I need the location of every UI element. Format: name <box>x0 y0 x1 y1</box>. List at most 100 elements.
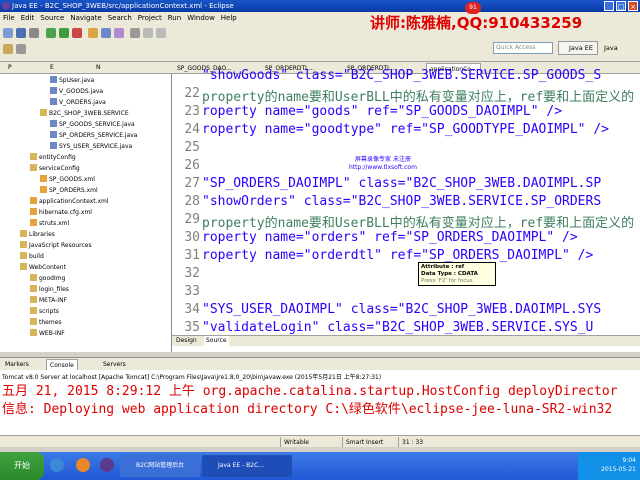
eclipse-taskbar-icon[interactable] <box>100 458 114 472</box>
tree-item[interactable]: JavaScript Resources <box>20 241 92 251</box>
tree-item-label: themes <box>39 319 62 326</box>
code-line[interactable]: property的name要和UserBLL中的私有变量对应上，ref要和上面定… <box>202 212 634 231</box>
code-line[interactable]: "validateLogin" class="B2C_SHOP_3WEB.SER… <box>202 320 593 335</box>
clock-time: 9:04 <box>622 457 636 464</box>
folder-icon <box>30 329 37 336</box>
folder-icon <box>20 230 27 237</box>
print-icon[interactable] <box>29 28 39 38</box>
menu-navigate[interactable]: Navigate <box>67 12 104 24</box>
maximize-button[interactable]: □ <box>616 1 626 11</box>
menu-project[interactable]: Project <box>135 12 165 24</box>
tree-item[interactable]: V_ORDERS.java <box>50 98 106 108</box>
tree-item[interactable]: SpUser.java <box>50 76 94 86</box>
tab-console[interactable]: Console <box>46 359 78 370</box>
tab-project-explorer[interactable]: P <box>8 62 12 74</box>
tab-source[interactable]: Source <box>204 336 229 346</box>
status-bar: Writable Smart Insert 31 : 33 <box>0 435 640 447</box>
menu-search[interactable]: Search <box>105 12 135 24</box>
menu-run[interactable]: Run <box>165 12 184 24</box>
tree-item[interactable]: entityConfig <box>30 153 76 163</box>
task-eclipse[interactable]: Java EE - B2C... <box>202 455 292 477</box>
tree-item[interactable]: SP_GOODS.xml <box>40 175 95 185</box>
file-icon <box>30 197 37 204</box>
file-icon <box>50 131 57 138</box>
tab-navigator[interactable]: N <box>96 62 101 74</box>
run-icon[interactable] <box>59 28 69 38</box>
start-button[interactable]: 开始 <box>0 452 44 480</box>
tree-item-label: WebContent <box>29 264 66 271</box>
tab-design[interactable]: Design <box>176 336 197 346</box>
search-icon[interactable] <box>130 28 140 38</box>
tree-item[interactable]: SYS_USER_SERVICE.java <box>50 142 132 152</box>
code-line[interactable]: "SP_ORDERS_DAOIMPL" class="B2C_SHOP_3WEB… <box>202 176 601 191</box>
tree-item[interactable]: V_GOODS.java <box>50 87 103 97</box>
tree-item[interactable]: serviceConfig <box>30 164 80 174</box>
code-line[interactable]: roperty name="goodtype" ref="SP_GOODTYPE… <box>202 122 609 137</box>
badge: 91 <box>465 2 481 14</box>
tree-item-label: login_files <box>39 286 69 293</box>
code-line[interactable]: "showOrders" class="B2C_SHOP_3WEB.SERVIC… <box>202 194 601 209</box>
file-icon <box>40 175 47 182</box>
code-line[interactable]: "showGoods" class="B2C_SHOP_3WEB.SERVICE… <box>202 68 601 83</box>
forward-icon[interactable] <box>156 28 166 38</box>
tree-item[interactable]: login_files <box>30 285 69 295</box>
line-number-gutter: 22 23 24 25 26 27 28 29 30 31 32 33 34 35 <box>172 74 202 346</box>
file-icon <box>50 98 57 105</box>
tree-item[interactable]: hibernate.cfg.xml <box>30 208 92 218</box>
server-icon[interactable] <box>72 28 82 38</box>
code-line[interactable]: roperty name="goods" ref="SP_GOODS_DAOIM… <box>202 104 562 119</box>
attribute-tooltip: Attribute : ref Data Type : CDATA Press … <box>418 262 496 286</box>
menu-window[interactable]: Window <box>184 12 218 24</box>
tree-item-label: entityConfig <box>39 154 76 161</box>
code-line[interactable]: "SYS_USER_DAOIMPL" class="B2C_SHOP_3WEB.… <box>202 302 601 317</box>
console-panel: Markers Console Servers Tomcat v8.0 Serv… <box>0 357 640 435</box>
minimize-button[interactable]: _ <box>604 1 614 11</box>
tree-item[interactable]: scripts <box>30 307 59 317</box>
code-line[interactable]: roperty name="orderdtl" ref="SP_ORDERS_D… <box>202 248 593 263</box>
tree-item[interactable]: struts.xml <box>30 219 69 229</box>
tree-item[interactable]: WebContent <box>20 263 66 273</box>
quick-access-input[interactable]: Quick Access <box>493 42 553 54</box>
task-b2c-admin[interactable]: B2C网站管理后台 <box>120 455 200 477</box>
tree-item[interactable]: Libraries <box>20 230 55 240</box>
tree-item[interactable]: SP_ORDERS.xml <box>40 186 98 196</box>
tab-explorer[interactable]: E <box>50 62 54 74</box>
tree-item-label: serviceConfig <box>39 165 80 172</box>
menu-edit[interactable]: Edit <box>18 12 38 24</box>
tree-item[interactable]: goodImg <box>30 274 65 284</box>
package-icon[interactable] <box>88 28 98 38</box>
folder-icon <box>30 164 37 171</box>
tree-item[interactable]: B2C_SHOP_3WEB.SERVICE <box>40 109 129 119</box>
tree-item[interactable]: SP_ORDERS_SERVICE.java <box>50 131 137 141</box>
class-icon[interactable] <box>101 28 111 38</box>
annotation-icon[interactable] <box>3 44 13 54</box>
code-line[interactable]: property的name要和UserBLL中的私有变量对应上，ref要和上面定… <box>202 86 634 105</box>
close-button[interactable]: × <box>628 1 638 11</box>
menu-help[interactable]: Help <box>218 12 240 24</box>
perspective-java-ee[interactable]: Java EE <box>558 41 598 55</box>
save-icon[interactable] <box>16 28 26 38</box>
back-icon[interactable] <box>143 28 153 38</box>
menu-file[interactable]: File <box>0 12 18 24</box>
tab-markers[interactable]: Markers <box>2 359 32 370</box>
tree-item[interactable]: build <box>20 252 44 262</box>
code-line[interactable]: roperty name="orders" ref="SP_ORDERS_DAO… <box>202 230 578 245</box>
debug-icon[interactable] <box>46 28 56 38</box>
perspective-java[interactable]: Java <box>600 41 638 55</box>
tree-item[interactable]: applicationContext.xml <box>30 197 109 207</box>
tree-item-label: SP_ORDERS_SERVICE.java <box>59 132 138 139</box>
new-icon[interactable] <box>3 28 13 38</box>
explorer-icon[interactable] <box>50 458 64 472</box>
open-type-icon[interactable] <box>114 28 124 38</box>
tree-item-label: build <box>29 253 44 260</box>
line-number: 33 <box>184 284 200 299</box>
firefox-icon[interactable] <box>76 458 90 472</box>
tab-servers[interactable]: Servers <box>100 359 129 370</box>
recorder-watermark: 屏幕录像专家 未注册 http://www.tlxsoft.com <box>328 156 438 174</box>
toggle-icon[interactable] <box>16 44 26 54</box>
tree-item[interactable]: WEB-INF <box>30 329 65 339</box>
tree-item[interactable]: META-INF <box>30 296 67 306</box>
menu-source[interactable]: Source <box>37 12 67 24</box>
tree-item[interactable]: themes <box>30 318 62 328</box>
tree-item[interactable]: SP_GOODS_SERVICE.java <box>50 120 135 130</box>
